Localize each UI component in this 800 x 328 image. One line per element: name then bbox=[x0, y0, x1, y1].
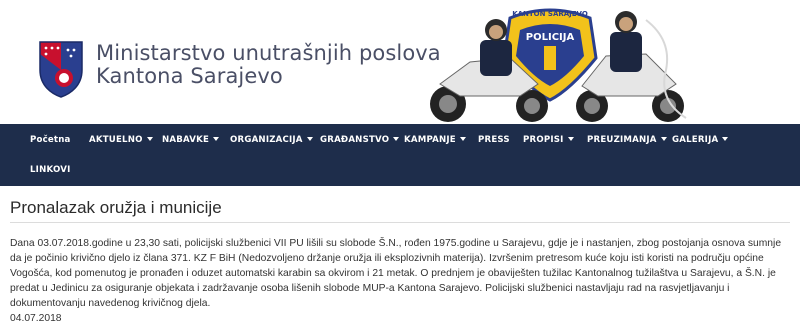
caret-down-icon bbox=[567, 136, 574, 141]
nav-item-linkovi[interactable]: LINKOVI bbox=[30, 164, 70, 176]
nav-item-label: ORGANIZACIJA bbox=[230, 135, 303, 145]
title-divider bbox=[10, 222, 790, 223]
nav-item-label: NABAVKE bbox=[162, 135, 210, 145]
nav-item-aktuelno[interactable]: AKTUELNO bbox=[89, 134, 153, 146]
badge-word: POLICIJA bbox=[526, 32, 575, 43]
nav-item-galerija[interactable]: GALERIJA bbox=[672, 134, 729, 146]
article-title: Pronalazak oružja i municije bbox=[10, 198, 222, 217]
coat-of-arms-logo[interactable] bbox=[38, 40, 84, 98]
caret-down-icon bbox=[459, 136, 466, 141]
article-body: Dana 03.07.2018.godine u 23,30 sati, pol… bbox=[10, 238, 782, 309]
police-motorcycles-banner-image: KANTON SARAJEVO POLICIJA bbox=[430, 8, 687, 122]
nav-item-label: GALERIJA bbox=[672, 135, 719, 145]
nav-item-organizacija[interactable]: ORGANIZACIJA bbox=[230, 134, 313, 146]
caret-down-icon bbox=[722, 136, 729, 141]
caret-down-icon bbox=[146, 136, 153, 141]
badge-text: KANTON SARAJEVO bbox=[512, 10, 588, 18]
nav-item-pocetna[interactable]: Početna bbox=[30, 134, 71, 146]
nav-item-preuzimanja[interactable]: PREUZIMANJA bbox=[587, 134, 667, 146]
caret-down-icon bbox=[660, 136, 667, 141]
caret-down-icon bbox=[213, 136, 220, 141]
nav-item-label: KAMPANJE bbox=[404, 135, 456, 145]
nav-item-press[interactable]: PRESS bbox=[478, 134, 510, 146]
nav-item-kampanje[interactable]: KAMPANJE bbox=[404, 134, 466, 146]
site-title-line-2: Kantona Sarajevo bbox=[96, 64, 283, 88]
nav-item-label: Početna bbox=[30, 135, 71, 145]
nav-item-label: AKTUELNO bbox=[89, 135, 143, 145]
nav-item-nabavke[interactable]: NABAVKE bbox=[162, 134, 220, 146]
nav-item-label: PRESS bbox=[478, 135, 510, 145]
nav-item-propisi[interactable]: PROPISI bbox=[523, 134, 574, 146]
site-title-line-1: Ministarstvo unutrašnjih poslova bbox=[96, 41, 441, 65]
nav-item-label: PROPISI bbox=[523, 135, 564, 145]
nav-item-label: GRAĐANSTVO bbox=[320, 135, 390, 145]
article-date: 04.07.2018 bbox=[10, 313, 62, 324]
nav-item-label: PREUZIMANJA bbox=[587, 135, 657, 145]
caret-down-icon bbox=[393, 136, 400, 141]
nav-item-gradanstvo[interactable]: GRAĐANSTVO bbox=[320, 134, 400, 146]
site-header: Ministarstvo unutrašnjih poslova Kantona… bbox=[0, 0, 800, 124]
nav-item-label: LINKOVI bbox=[30, 165, 71, 175]
main-navigation: Početna AKTUELNO NABAVKE ORGANIZACIJA GR… bbox=[0, 124, 800, 186]
caret-down-icon bbox=[306, 136, 313, 141]
site-title[interactable]: Ministarstvo unutrašnjih poslova Kantona… bbox=[96, 42, 441, 88]
